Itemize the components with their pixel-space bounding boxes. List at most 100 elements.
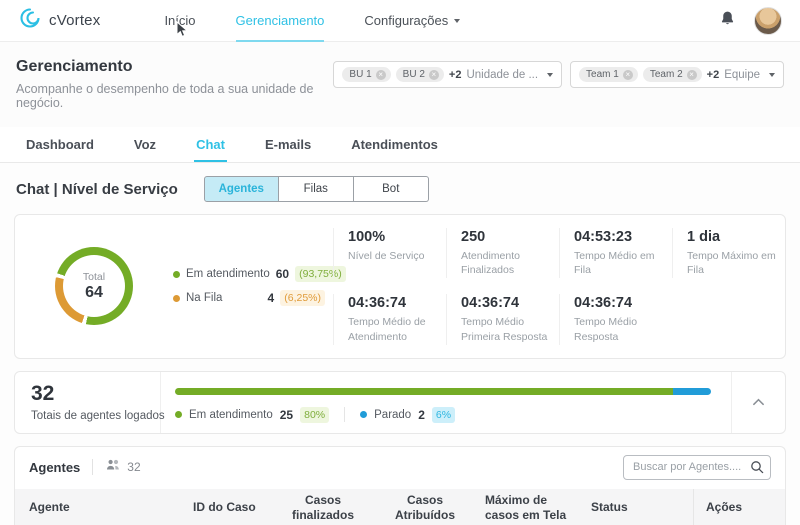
header-filters: BU 1× BU 2× +2 Unidade de ... Team 1× Te… (333, 61, 784, 88)
remove-chip-icon[interactable]: × (687, 70, 697, 80)
metric-tempo-medio-fila: 04:53:23 Tempo Médio em Fila (559, 228, 672, 278)
agents-table-card: Agentes 32 Agente ID do Caso Casos final… (14, 446, 786, 525)
logged-agents-label: Totais de agentes logados (31, 410, 160, 422)
percentage-badge: 80% (300, 407, 329, 423)
cvortex-logo-icon (18, 6, 42, 35)
brand-name: cVortex (49, 12, 100, 29)
column-header-maximo-casos-tela[interactable]: Máximo de casos em Tela (477, 489, 583, 525)
main-content: Chat | Nível de Serviço Agentes Filas Bo… (0, 163, 800, 525)
remove-chip-icon[interactable]: × (429, 70, 439, 80)
logged-agents-total: 32 Totais de agentes logados (15, 372, 161, 433)
agents-count: 32 (127, 460, 140, 474)
donut-ring: Total 64 (55, 247, 133, 325)
metric-tempo-maximo-fila: 1 dia Tempo Máximo em Fila (672, 228, 785, 278)
chevron-down-icon[interactable] (547, 73, 553, 77)
donut-center: Total 64 (55, 247, 133, 325)
column-header-acoes[interactable]: Ações (693, 489, 785, 525)
channel-tabs: Dashboard Voz Chat E-mails Atendimentos (0, 127, 800, 163)
segment-filas[interactable]: Filas (279, 176, 354, 202)
legend-item-em-atendimento: Em atendimento 60 (93,75%) (173, 266, 325, 282)
table-header-row: Agente ID do Caso Casos finalizados Caso… (15, 489, 785, 525)
top-navigation: cVortex Início Gerenciamento Configuraçõ… (0, 0, 800, 42)
search-input[interactable] (623, 455, 771, 480)
topnav-right (719, 7, 782, 35)
filter-label: Equipe (724, 69, 760, 81)
metric-atendimento-finalizados: 250 Atendimento Finalizados (446, 228, 559, 278)
page-subtitle: Acompanhe o desempenho de toda a sua uni… (16, 82, 333, 110)
metric-tempo-medio-primeira-resposta: 04:36:74 Tempo Médio Primeira Resposta (446, 294, 559, 344)
filter-chip-bu2[interactable]: BU 2× (396, 67, 444, 82)
tab-voz[interactable]: Voz (132, 127, 158, 162)
section-title: Chat | Nível de Serviço (16, 181, 178, 198)
agents-status-legend: Em atendimento 25 80% Parado 2 6% (175, 407, 711, 423)
app-window: cVortex Início Gerenciamento Configuraçõ… (0, 0, 800, 525)
logged-agents-summary-card: 32 Totais de agentes logados Em atendime… (14, 371, 786, 434)
filter-more-count: +2 (449, 69, 462, 81)
chevron-up-icon (752, 398, 765, 406)
bell-icon[interactable] (719, 10, 736, 32)
metric-tempo-medio-resposta: 04:36:74 Tempo Médio Resposta (559, 294, 672, 344)
filter-more-count: +2 (707, 69, 720, 81)
column-header-id-caso[interactable]: ID do Caso (185, 496, 273, 519)
mouse-cursor (176, 21, 190, 44)
donut-total-label: Total (83, 271, 105, 283)
brand-logo[interactable]: cVortex (18, 6, 100, 35)
tab-chat[interactable]: Chat (194, 127, 227, 162)
legend-divider (344, 407, 345, 422)
agents-status-bar-area: Em atendimento 25 80% Parado 2 6% (161, 372, 731, 433)
bar-segment-em-atendimento (175, 388, 673, 395)
filter-chip-team2[interactable]: Team 2× (643, 67, 702, 82)
metric-tempo-medio-atendimento: 04:36:74 Tempo Médio de Atendimento (333, 294, 446, 344)
blue-dot-icon (360, 411, 367, 418)
column-header-agente[interactable]: Agente (15, 496, 185, 519)
user-avatar[interactable] (754, 7, 782, 35)
nav-item-configuracoes[interactable]: Configurações (364, 0, 460, 42)
tab-atendimentos[interactable]: Atendimentos (349, 127, 440, 162)
agents-search (623, 455, 771, 480)
service-level-overview-card: Total 64 Em atendimento 60 (93,75%) Na F… (14, 214, 786, 359)
page-title: Gerenciamento (16, 58, 333, 76)
bar-segment-parado (673, 388, 711, 395)
kpi-metrics-grid: 100% Nível de Serviço 250 Atendimento Fi… (333, 228, 785, 345)
service-level-section-header: Chat | Nível de Serviço Agentes Filas Bo… (0, 163, 800, 214)
chevron-down-icon (454, 19, 460, 23)
green-dot-icon (173, 271, 180, 278)
green-dot-icon (175, 411, 182, 418)
page-header: Gerenciamento Acompanhe o desempenho de … (0, 42, 800, 127)
search-icon[interactable] (750, 460, 764, 479)
logged-agents-count: 32 (31, 382, 160, 406)
tab-dashboard[interactable]: Dashboard (24, 127, 96, 162)
legend-item-na-fila: Na Fila 4 (6,25%) (173, 290, 325, 306)
view-segmented-control: Agentes Filas Bot (204, 176, 429, 202)
tab-emails[interactable]: E-mails (263, 127, 313, 162)
percentage-badge: 6% (432, 407, 455, 423)
donut-legend: Em atendimento 60 (93,75%) Na Fila 4 (6,… (173, 258, 325, 314)
collapse-panel-button[interactable] (731, 372, 785, 433)
column-header-status[interactable]: Status (583, 496, 693, 519)
divider (92, 459, 93, 475)
business-unit-filter[interactable]: BU 1× BU 2× +2 Unidade de ... (333, 61, 562, 88)
metric-empty (672, 294, 785, 344)
people-icon (105, 458, 121, 477)
metric-nivel-servico: 100% Nível de Serviço (333, 228, 446, 278)
donut-total-value: 64 (85, 284, 103, 302)
remove-chip-icon[interactable]: × (376, 70, 386, 80)
chevron-down-icon[interactable] (769, 73, 775, 77)
agents-table-header: Agentes 32 (15, 447, 785, 489)
filter-chip-team1[interactable]: Team 1× (579, 67, 638, 82)
filter-label: Unidade de ... (466, 69, 538, 81)
nav-item-gerenciamento[interactable]: Gerenciamento (236, 0, 325, 42)
team-filter[interactable]: Team 1× Team 2× +2 Equipe (570, 61, 784, 88)
attendance-donut-chart: Total 64 (15, 247, 173, 325)
remove-chip-icon[interactable]: × (623, 70, 633, 80)
segment-agentes[interactable]: Agentes (204, 176, 279, 202)
column-header-casos-atribuidos[interactable]: Casos Atribuídos (373, 489, 477, 525)
agents-table-title: Agentes (29, 460, 80, 475)
percentage-badge: (6,25%) (280, 290, 325, 306)
page-header-text: Gerenciamento Acompanhe o desempenho de … (16, 58, 333, 110)
column-header-casos-finalizados[interactable]: Casos finalizados (273, 489, 373, 525)
filter-chip-bu1[interactable]: BU 1× (342, 67, 390, 82)
orange-dot-icon (173, 295, 180, 302)
segment-bot[interactable]: Bot (354, 176, 429, 202)
agents-status-bar (175, 388, 711, 395)
